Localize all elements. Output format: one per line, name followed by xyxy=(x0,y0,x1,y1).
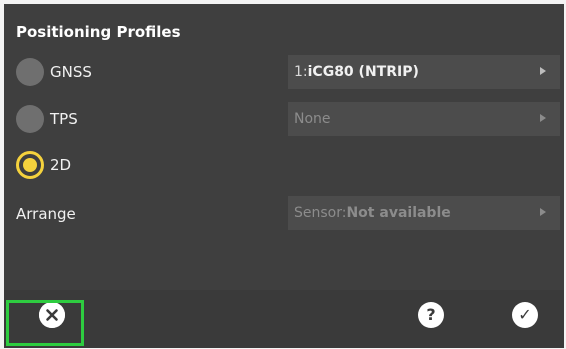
chevron-right-icon xyxy=(540,67,546,75)
help-button[interactable]: ? xyxy=(418,302,444,328)
settings-panel: Positioning Profiles GNSS 1: iCG80 (NTRI… xyxy=(4,4,564,290)
chevron-right-icon xyxy=(540,114,546,122)
check-circle-icon: ✓ xyxy=(518,305,532,324)
positioning-profiles-dialog: Positioning Profiles GNSS 1: iCG80 (NTRI… xyxy=(4,4,564,348)
2d-radio-button[interactable] xyxy=(16,151,44,179)
gnss-profile-select[interactable]: 1: iCG80 (NTRIP) xyxy=(288,55,560,89)
panel-title: Positioning Profiles xyxy=(16,23,181,41)
tps-profile-select[interactable]: None xyxy=(288,102,560,136)
question-circle-icon: ? xyxy=(426,305,436,324)
arrange-label: Arrange xyxy=(16,205,76,223)
arrange-select-prefix: Sensor: xyxy=(294,205,347,221)
bottom-toolbar: ? ✓ xyxy=(4,290,564,348)
arrange-sensor-select[interactable]: Sensor: Not available xyxy=(288,196,560,230)
2d-label: 2D xyxy=(50,156,72,174)
gnss-select-prefix: 1: xyxy=(294,64,308,80)
chevron-right-icon xyxy=(540,208,546,216)
tps-select-value: None xyxy=(294,111,331,127)
gnss-radio-button[interactable] xyxy=(16,58,44,86)
radio-row-tps[interactable]: TPS xyxy=(16,105,78,133)
tps-label: TPS xyxy=(50,110,78,128)
radio-row-gnss[interactable]: GNSS xyxy=(16,58,92,86)
arrange-select-value: Not available xyxy=(346,205,451,221)
confirm-button[interactable]: ✓ xyxy=(512,302,538,328)
gnss-select-value: iCG80 (NTRIP) xyxy=(307,64,419,80)
cancel-button-highlight xyxy=(6,300,84,346)
tps-radio-button[interactable] xyxy=(16,105,44,133)
gnss-label: GNSS xyxy=(50,63,92,81)
radio-row-2d[interactable]: 2D xyxy=(16,151,71,179)
